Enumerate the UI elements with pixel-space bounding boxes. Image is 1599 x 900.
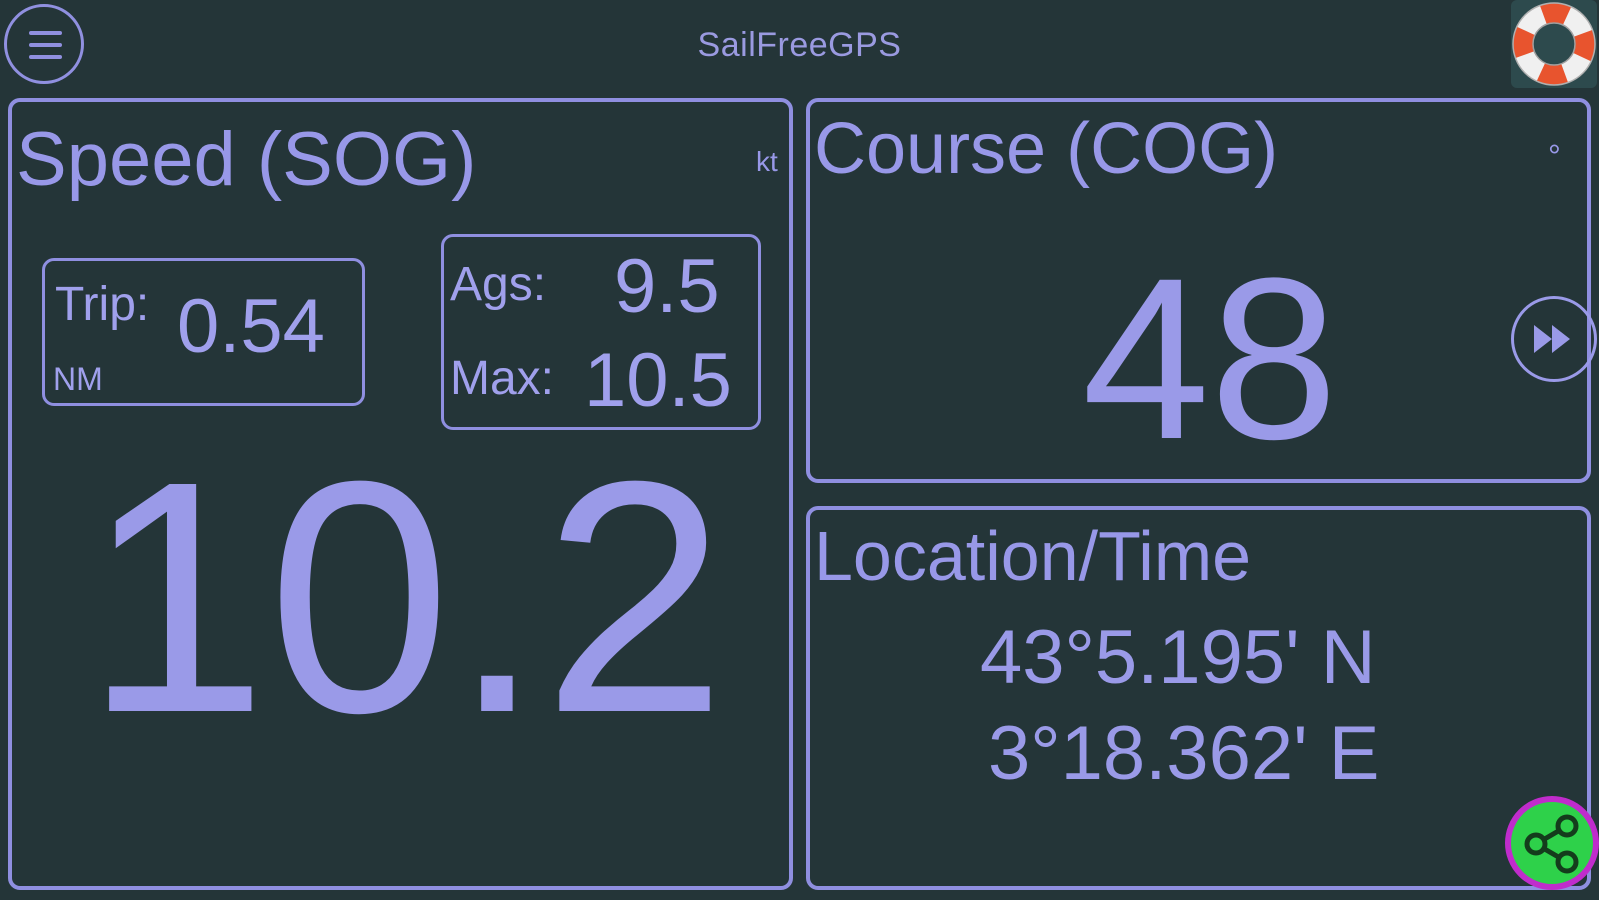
app-title: SailFreeGPS [697,26,902,64]
max-value: 10.5 [584,338,732,423]
trip-label: Trip: [55,278,150,331]
share-icon [1524,814,1579,874]
max-label: Max: [450,352,555,405]
trip-unit: NM [53,361,103,397]
lifebuoy-icon [1512,2,1596,86]
trip-value: 0.54 [177,284,325,369]
fast-forward-icon [1534,325,1570,353]
app-screen: SailFreeGPS Speed (SOG) kt Trip: 0.54 NM… [0,0,1599,900]
avg-value: 9.5 [614,244,720,329]
trip-box[interactable]: Trip: 0.54 NM [42,258,365,406]
help-button[interactable] [1511,0,1597,88]
course-unit: ° [1548,138,1561,174]
speed-title: Speed (SOG) [16,117,477,202]
avg-label: Ags: [450,258,547,311]
course-value: 48 [1082,230,1338,487]
course-panel: Course (COG) ° 48 [806,98,1591,483]
next-page-button[interactable] [1511,296,1597,382]
speed-unit: kt [756,146,778,177]
location-panel: Location/Time 43°5.195' N 3°18.362' E [806,506,1591,890]
course-title: Course (COG) [814,109,1279,189]
avg-max-box[interactable]: Ags: 9.5 Max: 10.5 [441,234,761,430]
location-title: Location/Time [814,517,1252,595]
speed-panel: Speed (SOG) kt Trip: 0.54 NM Ags: 9.5 Ma… [8,98,793,890]
share-button[interactable] [1505,796,1599,890]
longitude-value: 3°18.362' E [988,711,1380,796]
speed-value: 10.2 [84,412,727,781]
latitude-value: 43°5.195' N [980,615,1376,700]
